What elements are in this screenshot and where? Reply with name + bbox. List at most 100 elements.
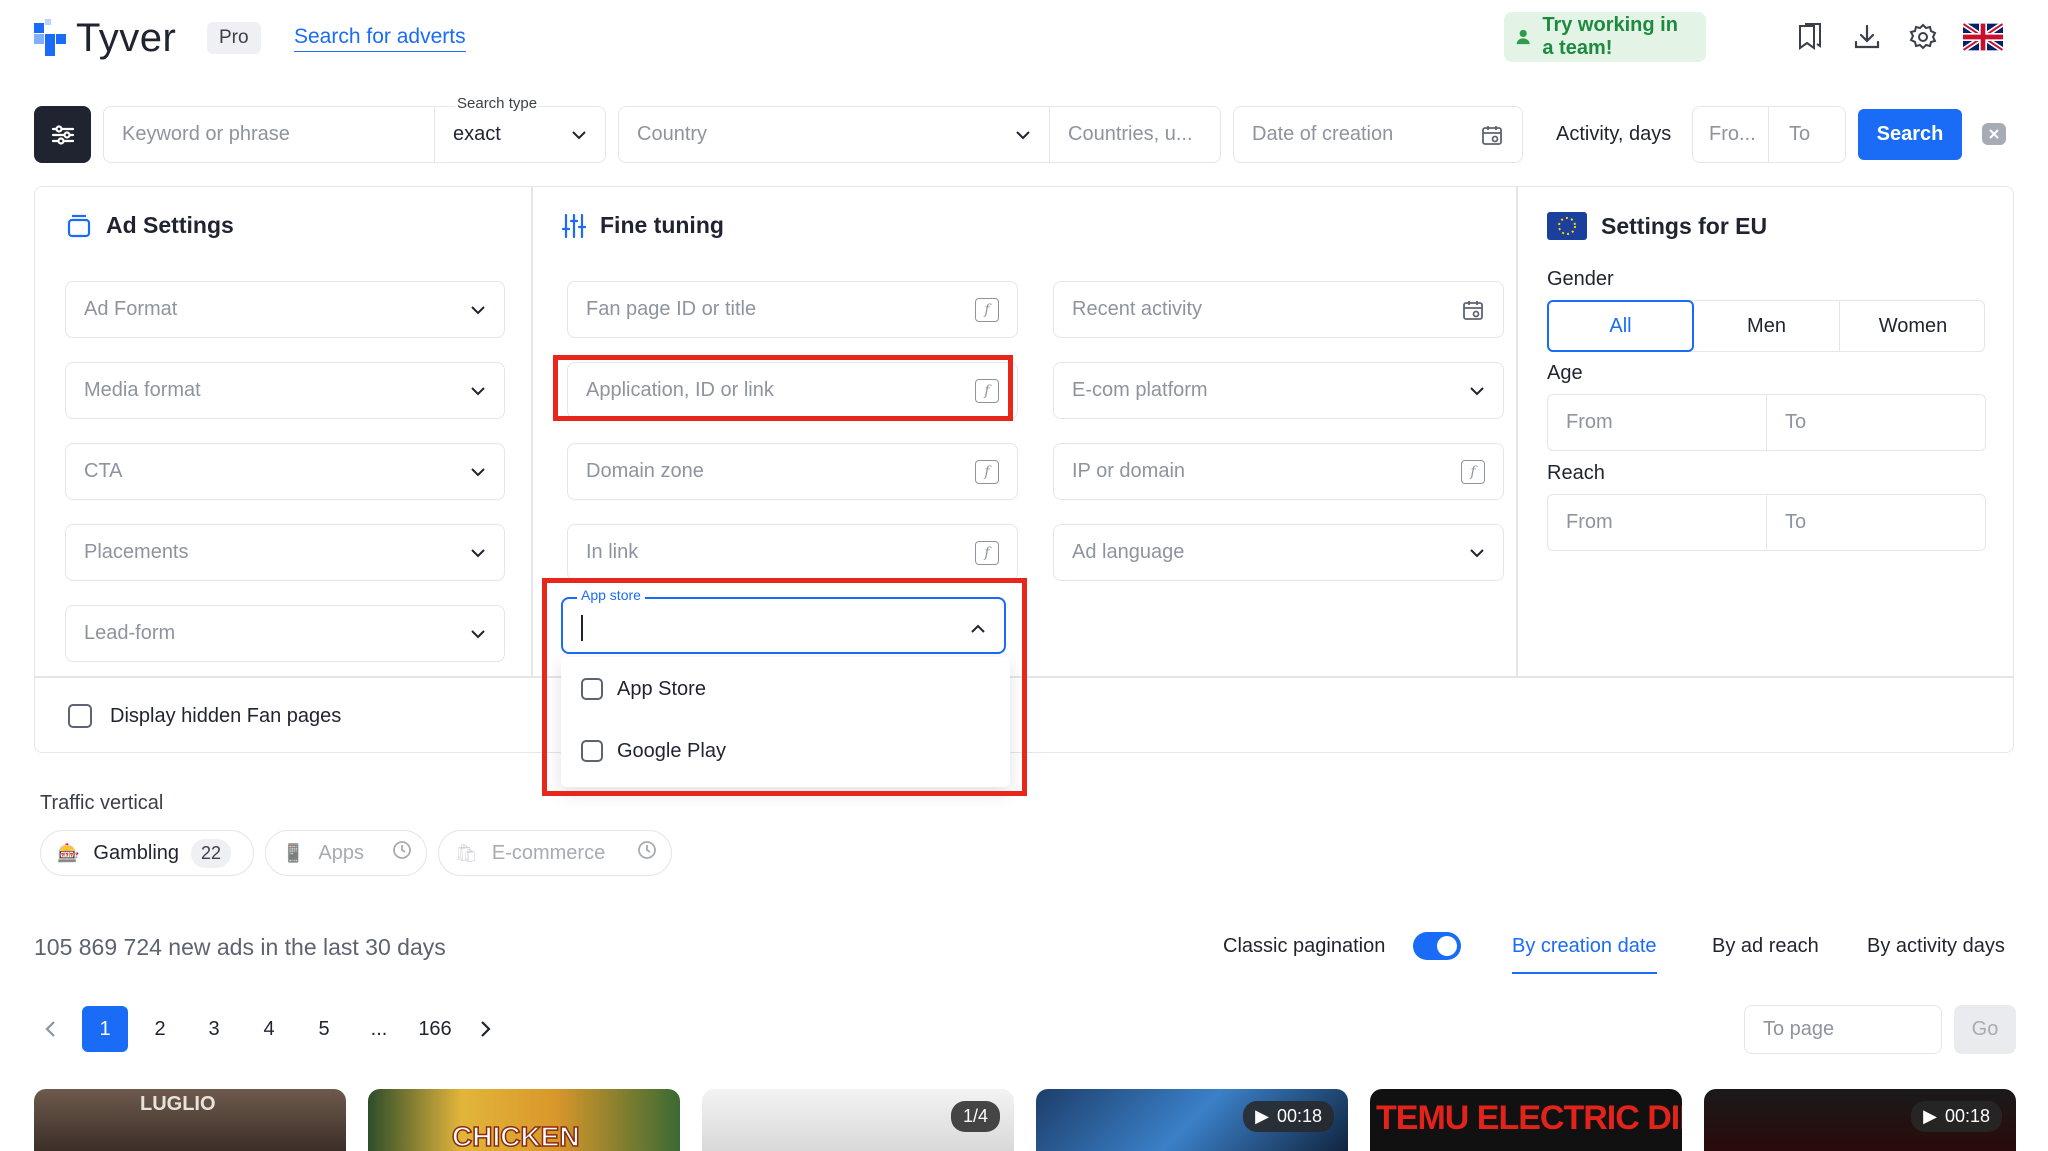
traffic-gambling[interactable]: 🎰 Gambling 22 [40,830,254,876]
gender-label: Gender [1547,268,1614,290]
download-icon[interactable] [1852,22,1882,57]
search-button-label: Search [1876,123,1944,145]
go-button-label: Go [1971,1018,1999,1040]
page-button[interactable]: 166 [412,1006,458,1052]
bookmarks-icon[interactable] [1795,22,1825,57]
eu-settings-title-text: Settings for EU [1601,212,1768,239]
country-select[interactable]: Country [618,106,1050,163]
hidden-fanpages-label: Display hidden Fan pages [110,704,342,727]
traffic-apps[interactable]: 📱 Apps [265,830,427,876]
filter-toggle-button[interactable] [34,106,91,163]
fine-tuning-input[interactable]: In link f [567,524,1018,581]
clock-icon [637,840,657,866]
page-button[interactable]: 5 [301,1006,347,1052]
fine-tuning-input[interactable]: IP or domain f [1053,443,1504,500]
fine-tuning-input-placeholder: E-com platform [1072,379,1208,401]
page-button[interactable]: 4 [246,1006,292,1052]
logo[interactable]: Tyver [32,14,176,62]
age-to-placeholder: To [1785,411,1807,433]
gender-all[interactable]: All [1547,300,1694,352]
classic-pagination-toggle[interactable] [1413,932,1461,960]
video-duration-badge: ▶ 00:18 [1243,1101,1334,1132]
page-button[interactable]: 2 [137,1006,183,1052]
ad-thumbnail[interactable]: TEMU ELECTRIC DIRT BIKE [1370,1089,1682,1151]
ad-setting-select-placeholder: Lead-form [84,622,176,644]
results-summary: 105 869 724 new ads in the last 30 days [34,934,446,960]
fine-tuning-input-placeholder: IP or domain [1072,460,1186,482]
uk-flag-icon[interactable] [1963,22,2003,52]
gear-icon[interactable] [1908,22,1938,57]
fine-tuning-input[interactable]: Ad language [1053,524,1504,581]
traffic-apps-label: Apps [318,841,365,864]
ad-thumbnail[interactable]: ▶ 00:18 [1036,1089,1348,1151]
to-page-input[interactable]: To page [1744,1005,1942,1054]
fine-tuning-input[interactable]: E-com platform [1053,362,1504,419]
clear-icon[interactable] [1982,123,2006,145]
logo-text: Tyver [76,15,177,60]
age-label: Age [1547,362,1583,384]
fine-tuning-input[interactable]: Domain zone f [567,443,1018,500]
ad-thumbnail[interactable]: ▶ 00:18 [1704,1089,2016,1151]
age-from-input[interactable]: From [1547,394,1767,451]
search-button[interactable]: Search [1858,109,1962,160]
keyword-input[interactable]: Keyword or phrase [103,106,435,163]
phone-icon: 📱 [282,842,305,863]
ad-setting-select-placeholder: Ad Format [84,298,178,320]
reach-to-placeholder: To [1785,511,1807,533]
chevron-down-icon [1469,386,1485,396]
ad-setting-select[interactable]: CTA [65,443,505,500]
fine-tuning-input[interactable]: Recent activity [1053,281,1504,338]
sort-by-ad-reach[interactable]: By ad reach [1712,935,1819,958]
age-to-input[interactable]: To [1766,394,1986,451]
search-type-select[interactable]: Search type exact [434,95,606,163]
ad-setting-select[interactable]: Ad Format [65,281,505,338]
ad-setting-select[interactable]: Lead-form [65,605,505,662]
activity-label: Activity, days [1556,123,1672,145]
highlight-box [553,355,1013,421]
chevron-down-icon [470,467,486,477]
keyword-placeholder: Keyword or phrase [122,123,290,145]
page-button[interactable]: 3 [191,1006,237,1052]
activity-from-input[interactable]: Fro... [1692,106,1769,163]
fine-tuning-input[interactable]: Fan page ID or title f [567,281,1018,338]
search-type-label: Search type [455,95,540,112]
sort-by-creation-date[interactable]: By creation date [1512,935,1657,974]
gender-men[interactable]: Men [1694,300,1840,352]
checkbox[interactable] [68,704,92,728]
video-duration-badge: ▶ 00:18 [1911,1101,2002,1132]
fine-tuning-input-placeholder: Recent activity [1072,298,1203,320]
ad-thumbnail[interactable]: 1/4 [702,1089,1014,1151]
plan-badge: Pro [207,22,261,54]
next-page-icon[interactable] [463,1006,509,1052]
ad-thumbnail[interactable]: CHICKEN [368,1089,680,1151]
countries-input[interactable]: Countries, u... [1049,106,1221,163]
hidden-fanpages-checkbox[interactable]: Display hidden Fan pages [68,701,341,731]
reach-from-input[interactable]: From [1547,494,1767,551]
activity-to-input[interactable]: To [1768,106,1846,163]
traffic-ecommerce[interactable]: 🛍 E-commerce [438,830,672,876]
date-of-creation-input[interactable]: Date of creation [1233,106,1523,163]
chevron-down-icon [470,386,486,396]
page-button[interactable]: 1 [82,1006,128,1052]
play-icon: ▶ [1923,1106,1937,1126]
team-button[interactable]: Try working in a team! [1504,12,1706,62]
ad-setting-select[interactable]: Placements [65,524,505,581]
reach-from-placeholder: From [1566,511,1613,533]
sort-by-activity-days[interactable]: By activity days [1867,935,2005,958]
chevron-down-icon [1015,130,1031,140]
gender-all-label: All [1609,314,1632,337]
reach-to-input[interactable]: To [1766,494,1986,551]
prev-page-icon[interactable] [27,1006,73,1052]
panel-divider [531,187,533,677]
gender-women[interactable]: Women [1840,300,1986,352]
fine-tuning-input-placeholder: Fan page ID or title [586,298,757,320]
go-button[interactable]: Go [1954,1005,2016,1054]
chevron-down-icon [1469,548,1485,558]
activity-to-placeholder: To [1789,123,1811,145]
classic-pagination-label: Classic pagination [1223,935,1386,957]
date-placeholder: Date of creation [1252,123,1394,145]
ad-setting-select[interactable]: Media format [65,362,505,419]
ad-thumbnail[interactable]: LUGLIO [34,1089,346,1151]
search-adverts-link[interactable]: Search for adverts [294,25,466,52]
to-page-placeholder: To page [1763,1018,1835,1040]
